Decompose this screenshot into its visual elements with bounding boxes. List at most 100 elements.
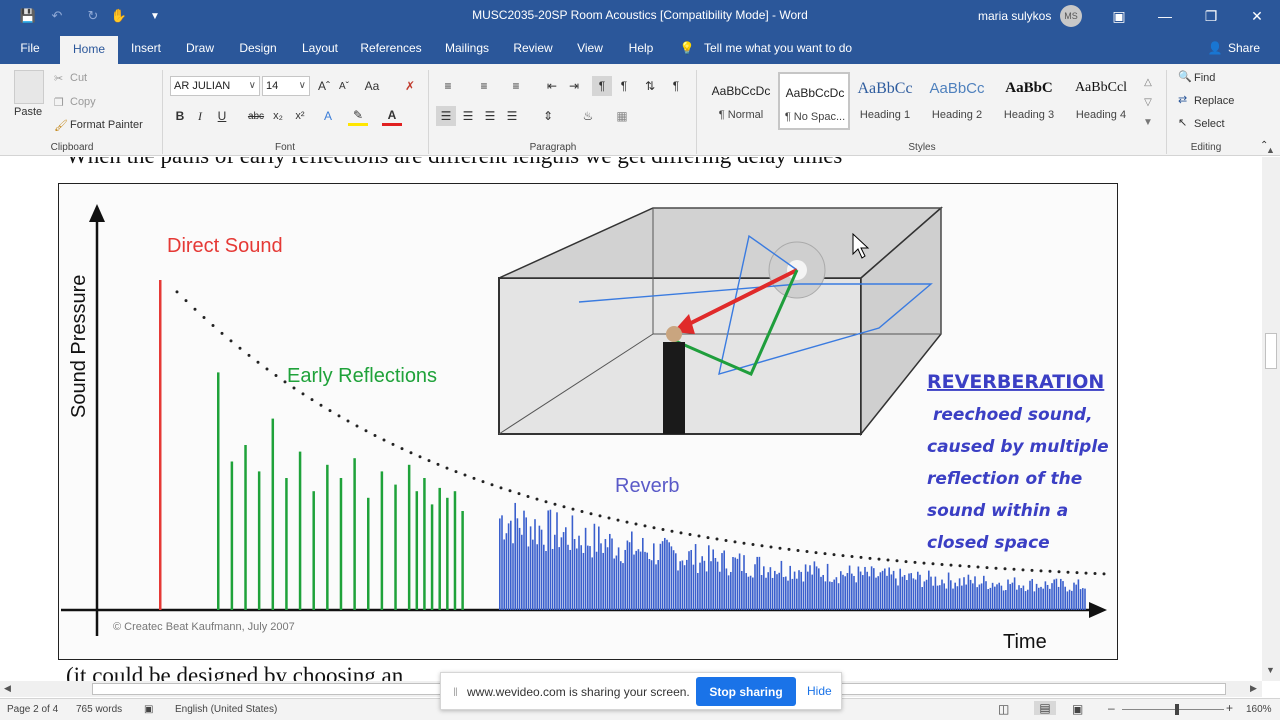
tab-review[interactable]: Review xyxy=(508,32,558,64)
ltr-icon[interactable]: ¶ xyxy=(592,76,612,96)
increase-indent-icon[interactable]: ⇥ xyxy=(564,76,584,96)
impulse-bar xyxy=(501,515,503,610)
show-marks-icon[interactable]: ¶ xyxy=(666,76,686,96)
tab-view[interactable]: View xyxy=(570,32,610,64)
tab-insert[interactable]: Insert xyxy=(124,32,168,64)
close-icon[interactable]: ✕ xyxy=(1234,0,1280,32)
minimize-icon[interactable]: — xyxy=(1142,0,1188,32)
page-count[interactable]: Page 2 of 4 xyxy=(7,704,58,715)
paste-button[interactable]: Paste xyxy=(14,106,42,118)
zoom-slider-thumb[interactable] xyxy=(1175,704,1179,715)
tab-references[interactable]: References xyxy=(356,32,426,64)
ribbon-display-icon[interactable]: ▣ xyxy=(1096,0,1142,32)
scroll-down-icon[interactable]: ▼ xyxy=(1266,665,1275,675)
rtl-icon[interactable]: ¶ xyxy=(614,76,634,96)
style-no-spacing[interactable]: AaBbCcDc ¶ No Spac... xyxy=(778,72,850,130)
print-layout-icon[interactable]: ▤ xyxy=(1034,701,1056,715)
grow-font-icon[interactable]: Aˆ xyxy=(314,76,334,96)
tell-me-search[interactable]: Tell me what you want to do xyxy=(704,32,864,64)
clear-formatting-icon[interactable]: ✗ xyxy=(400,76,420,96)
word-count[interactable]: 765 words xyxy=(76,704,122,715)
zoom-level[interactable]: 160% xyxy=(1246,704,1272,715)
replace-button[interactable]: Replace xyxy=(1194,95,1234,107)
subscript-icon[interactable]: x₂ xyxy=(268,106,288,126)
scroll-up-icon[interactable]: ▲ xyxy=(1266,145,1275,155)
style-heading-1[interactable]: AaBbCc Heading 1 xyxy=(850,72,920,130)
cut-button[interactable]: Cut xyxy=(70,72,87,84)
styles-more-icon[interactable]: ▼ xyxy=(1138,112,1158,132)
restore-icon[interactable]: ❐ xyxy=(1188,0,1234,32)
style-heading-4[interactable]: AaBbCcl Heading 4 xyxy=(1066,72,1136,130)
language[interactable]: English (United States) xyxy=(175,704,277,715)
line-spacing-icon[interactable]: ⇕ xyxy=(538,106,558,126)
text-effects-icon[interactable]: A xyxy=(318,106,338,126)
reverberation-line: reechoed sound, xyxy=(933,405,1093,425)
align-center-icon[interactable]: ☰ xyxy=(458,106,478,126)
find-button[interactable]: Find xyxy=(1194,72,1215,84)
tab-help[interactable]: Help xyxy=(622,32,660,64)
read-mode-icon[interactable]: ◫ xyxy=(998,702,1009,716)
superscript-icon[interactable]: x² xyxy=(290,106,310,126)
borders-icon[interactable]: ▦ xyxy=(612,106,632,126)
style-normal[interactable]: AaBbCcDc ¶ Normal xyxy=(706,72,776,130)
paste-icon[interactable] xyxy=(14,70,44,104)
share-person-icon[interactable]: 👤 xyxy=(1206,32,1224,64)
underline-icon[interactable]: U xyxy=(212,106,232,126)
select-button[interactable]: Select xyxy=(1194,118,1225,130)
tab-mailings[interactable]: Mailings xyxy=(438,32,496,64)
strikethrough-icon[interactable]: abc xyxy=(246,106,266,126)
align-left-icon[interactable]: ☰ xyxy=(436,106,456,126)
impulse-bar xyxy=(901,576,904,610)
scroll-left-icon[interactable]: ◀ xyxy=(4,683,11,694)
decrease-indent-icon[interactable]: ⇤ xyxy=(542,76,562,96)
drag-handle-icon[interactable]: ‖ xyxy=(453,685,458,699)
impulse-bar xyxy=(606,547,609,610)
align-right-icon[interactable]: ☰ xyxy=(480,106,500,126)
scroll-right-icon[interactable]: ▶ xyxy=(1250,683,1257,694)
bullets-icon[interactable]: ≡ xyxy=(438,76,458,96)
font-color-icon[interactable]: A xyxy=(382,106,402,126)
italic-icon[interactable]: I xyxy=(190,106,210,126)
style-heading-3[interactable]: AaBbC Heading 3 xyxy=(994,72,1064,130)
impulse-bar xyxy=(683,565,686,610)
share-button[interactable]: Share xyxy=(1226,32,1262,64)
format-painter-button[interactable]: Format Painter xyxy=(70,119,143,131)
zoom-out-icon[interactable]: – xyxy=(1108,701,1115,715)
vertical-scrollbar[interactable]: ▲ ▼ xyxy=(1262,145,1280,681)
vertical-scroll-thumb[interactable] xyxy=(1265,333,1277,369)
impulse-bar xyxy=(723,550,725,610)
reverb-figure[interactable]: Direct Sound Early Reflections Reverb © … xyxy=(58,183,1118,660)
document-canvas[interactable]: When the paths of early reflections are … xyxy=(0,157,1262,681)
impulse-bar xyxy=(769,567,772,610)
stop-sharing-button[interactable]: Stop sharing xyxy=(696,677,796,706)
sort-icon[interactable]: ⇅ xyxy=(640,76,660,96)
style-heading-2[interactable]: AaBbCc Heading 2 xyxy=(922,72,992,130)
multilevel-list-icon[interactable]: ≡ xyxy=(506,76,526,96)
tab-file[interactable]: File xyxy=(10,32,50,64)
justify-icon[interactable]: ☰ xyxy=(502,106,522,126)
shrink-font-icon[interactable]: Aˇ xyxy=(334,76,354,96)
impulse-bar xyxy=(1082,588,1084,610)
shading-icon[interactable]: ♨ xyxy=(578,106,598,126)
font-name-combo[interactable]: AR JULIAN ∨ xyxy=(170,76,260,96)
hide-button[interactable]: Hide xyxy=(807,684,832,698)
proofing-icon[interactable]: ▣ xyxy=(144,704,153,715)
zoom-in-icon[interactable]: + xyxy=(1226,701,1233,715)
font-size-combo[interactable]: 14 ∨ xyxy=(262,76,310,96)
styles-scroll-up-icon[interactable]: △ xyxy=(1138,72,1158,92)
tab-home[interactable]: Home xyxy=(60,36,118,64)
bold-icon[interactable]: B xyxy=(170,106,190,126)
tab-design[interactable]: Design xyxy=(232,32,284,64)
tab-layout[interactable]: Layout xyxy=(296,32,344,64)
copy-button[interactable]: Copy xyxy=(70,96,96,108)
styles-scroll-down-icon[interactable]: ▽ xyxy=(1138,92,1158,112)
impulse-bar xyxy=(1007,579,1009,610)
avatar[interactable]: MS xyxy=(1060,5,1082,27)
zoom-slider[interactable] xyxy=(1122,709,1224,710)
change-case-icon[interactable]: Aa xyxy=(362,76,382,96)
user-name[interactable]: maria sulykos xyxy=(978,9,1051,23)
highlight-icon[interactable]: ✎ xyxy=(348,106,368,126)
tab-draw[interactable]: Draw xyxy=(180,32,220,64)
numbering-icon[interactable]: ≡ xyxy=(474,76,494,96)
web-layout-icon[interactable]: ▣ xyxy=(1072,702,1083,716)
